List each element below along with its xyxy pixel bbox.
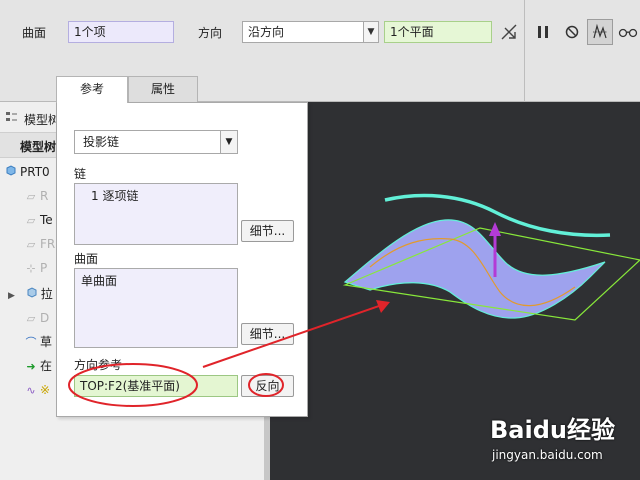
- tab-properties[interactable]: 属性: [128, 76, 198, 102]
- direction-arrow-head: [489, 222, 501, 236]
- tree-item-part[interactable]: PRT0: [4, 162, 60, 182]
- datum-plane-icon: ▱: [26, 312, 36, 325]
- pause-icon[interactable]: [530, 19, 556, 45]
- glasses-icon[interactable]: [615, 19, 640, 45]
- surface-section-label: 曲面: [74, 252, 99, 266]
- tree-title: 模型树: [20, 140, 56, 154]
- csys-icon: ⊹: [26, 262, 36, 275]
- chain-list-item[interactable]: 1 逐项链: [81, 187, 231, 204]
- direction-select-dropdown-icon[interactable]: ▼: [363, 21, 379, 43]
- flip-arrow-icon[interactable]: [496, 19, 522, 45]
- direction-ref-label: 方向参考: [74, 358, 123, 372]
- tab-references[interactable]: 参考: [56, 76, 128, 103]
- surface-list-item[interactable]: 单曲面: [81, 272, 231, 289]
- expand-arrow-icon[interactable]: ▶: [8, 291, 15, 301]
- chain-type-dropdown-icon[interactable]: ▼: [220, 130, 238, 154]
- chain-detail-button[interactable]: 细节...: [241, 220, 294, 242]
- surface-detail-button[interactable]: 细节...: [241, 323, 294, 345]
- surface-label: 曲面: [22, 26, 47, 40]
- chain-list[interactable]: 1 逐项链: [74, 183, 238, 245]
- preview-icon[interactable]: [587, 19, 613, 45]
- tree-header: 模型树: [24, 113, 56, 127]
- surface-list[interactable]: 单曲面: [74, 268, 238, 348]
- extrude-icon: [25, 285, 39, 304]
- curve-icon: ∿: [26, 384, 36, 397]
- direction-label: 方向: [198, 26, 223, 40]
- part-icon: [4, 163, 18, 182]
- chain-label: 链: [74, 167, 87, 181]
- direction-select[interactable]: 沿方向: [242, 21, 364, 43]
- direction-ref-field[interactable]: TOP:F2(基准平面): [74, 375, 238, 397]
- surface-collector[interactable]: 1个项: [68, 21, 174, 43]
- cancel-icon[interactable]: [559, 19, 585, 45]
- references-panel: 投影链 ▼ 链 1 逐项链 细节... 曲面 单曲面 细节... 方向参考 TO…: [56, 102, 308, 417]
- datum-plane-icon: ▱: [26, 214, 36, 227]
- plane-collector[interactable]: 1个平面: [384, 21, 492, 43]
- chain-type-select[interactable]: 投影链: [74, 130, 238, 154]
- insert-arrow-icon: ➜: [26, 360, 36, 373]
- flip-button[interactable]: 反向: [241, 375, 294, 397]
- tree-settings-icon[interactable]: [4, 110, 18, 124]
- toolbar-separator: [524, 0, 525, 102]
- datum-plane-icon: ▱: [26, 238, 36, 251]
- datum-plane-icon: ▱: [26, 190, 36, 203]
- sketch-icon: ⌒: [25, 336, 37, 349]
- watermark-url: jingyan.baidu.com: [492, 448, 603, 462]
- watermark-logo: Baidu经验: [490, 416, 615, 444]
